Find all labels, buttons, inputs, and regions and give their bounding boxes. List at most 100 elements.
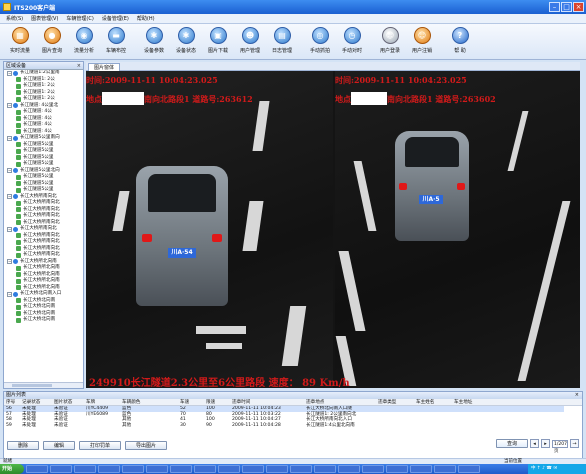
taskbar-item[interactable] — [170, 465, 192, 473]
help-button[interactable]: ? 帮 助 — [444, 24, 476, 60]
column-header[interactable]: 图片状态 — [54, 399, 86, 405]
minimize-button[interactable]: – — [549, 2, 560, 12]
tree-horizontal-scrollbar[interactable] — [4, 382, 83, 388]
prev-page-button[interactable]: ◂ — [530, 439, 539, 448]
taskbar-item[interactable] — [122, 465, 144, 473]
taskbar-item[interactable] — [290, 465, 312, 473]
image-search-button[interactable]: ● 图片查询 — [36, 24, 68, 60]
camera-icon — [16, 142, 21, 148]
user-login-button[interactable]: ☺ 用户登录 — [374, 24, 406, 60]
query-button[interactable]: 查询 — [495, 439, 528, 448]
table-cell — [416, 423, 454, 429]
column-header[interactable]: 违章时间 — [232, 399, 306, 405]
column-header[interactable]: 车主地址 — [454, 399, 494, 405]
log-management-button[interactable]: ▤ 日志管理 — [266, 24, 298, 60]
print-ticket-button[interactable]: 打印罚单 — [79, 440, 122, 450]
taskbar-item[interactable] — [98, 465, 120, 473]
go-page-button[interactable]: → — [570, 439, 579, 448]
taskbar-item[interactable] — [266, 465, 288, 473]
menu-devices[interactable]: 设备管理(E) — [102, 15, 129, 22]
column-header[interactable]: 违章地点 — [306, 399, 378, 405]
column-header[interactable]: 记录状态 — [22, 399, 54, 405]
menu-charts[interactable]: 图表管理(V) — [31, 15, 58, 22]
taskbar-item[interactable] — [434, 465, 456, 473]
collapse-icon[interactable]: − — [7, 259, 12, 265]
flow-analysis-button[interactable]: ◉ 流量分析 — [68, 24, 100, 60]
taskbar: 开始 中 ↑ ♪ ☎ ✉ — [0, 464, 586, 474]
edit-button[interactable]: 编辑 — [43, 440, 76, 450]
device-status-button[interactable]: ✱ 设备状态 — [170, 24, 202, 60]
tree-device-label: 长江大桥北向南 — [23, 317, 56, 322]
column-header[interactable]: 序号 — [4, 399, 22, 405]
manual-capture-button[interactable]: ◎ 手动抓拍 — [304, 24, 336, 60]
collapse-icon[interactable]: − — [7, 291, 12, 297]
table-cell — [86, 423, 122, 429]
next-page-button[interactable]: ▸ — [541, 439, 550, 448]
menu-system[interactable]: 系统(S) — [6, 15, 23, 22]
region-icon — [13, 259, 18, 265]
region-icon — [13, 291, 18, 297]
title-bar[interactable]: ITS200客户端 – □ × — [0, 0, 586, 14]
panel-close-icon[interactable]: × — [575, 392, 579, 399]
lane-marking — [353, 161, 377, 231]
vehicle-rear-window — [148, 174, 216, 212]
taskbar-item[interactable] — [218, 465, 240, 473]
collapse-icon[interactable]: − — [7, 103, 12, 109]
device-params-button[interactable]: ✱ 设备参数 — [138, 24, 170, 60]
taskbar-item[interactable] — [386, 465, 408, 473]
page-input[interactable]: 1/207页 — [552, 439, 568, 454]
column-header[interactable]: 车牌 — [86, 399, 122, 405]
column-header[interactable]: 车辆颜色 — [122, 399, 180, 405]
lane-marking — [338, 251, 366, 331]
table-cell: 59 — [6, 422, 12, 428]
menu-vehicles[interactable]: 车辆管理(C) — [66, 15, 93, 22]
collapse-icon[interactable]: − — [7, 168, 12, 174]
start-button[interactable]: 开始 — [0, 464, 24, 474]
maximize-button[interactable]: □ — [561, 2, 572, 12]
taskbar-item[interactable] — [26, 465, 48, 473]
panel-close-icon[interactable]: × — [77, 62, 81, 70]
taskbar-item[interactable] — [50, 465, 72, 473]
table-cell — [378, 423, 416, 429]
taskbar-item[interactable] — [74, 465, 96, 473]
collapse-icon[interactable]: − — [7, 70, 12, 76]
image-download-button[interactable]: ▣ 图片下载 — [202, 24, 234, 60]
collapse-icon[interactable]: − — [7, 135, 12, 141]
user-logout-button[interactable]: ☺ 用户注销 — [406, 24, 438, 60]
scrollbar-thumb[interactable] — [12, 384, 52, 387]
column-header[interactable]: 违章类型 — [378, 399, 416, 405]
collapse-icon[interactable]: − — [7, 194, 12, 200]
taskbar-item[interactable] — [458, 465, 480, 473]
app-window: ITS200客户端 – □ × 系统(S) 图表管理(V) 车辆管理(C) 设备… — [0, 0, 586, 474]
table-row[interactable]: 59 未处理 未验证 其他 30 90 2009-11-11 10:04:28 长江隧道1:4… — [4, 423, 564, 429]
camera-icon — [16, 304, 21, 310]
tree-device[interactable]: 长江大桥北向南 — [4, 317, 83, 324]
tab-image-window[interactable]: 图片窗体 — [88, 63, 121, 71]
realtime-flow-button[interactable]: ▦ 实时流量 — [4, 24, 36, 60]
image-list-header: 图片列表 × — [4, 392, 582, 399]
taskbar-item[interactable] — [314, 465, 336, 473]
delete-button[interactable]: 删除 — [7, 440, 40, 450]
table-cell: 长江隧道1:4公里北向南 — [306, 422, 355, 428]
speed-caption: 249910长江隧道2.3公里至6公里路段 速度： 89 Km/h — [89, 378, 350, 389]
main-toolbar: ▦ 实时流量 ● 图片查询 ◉ 流量分析 ▬ 车辆布控 ✱ 设备参数 ✱ 设备状态 ▣ 图片下… — [0, 24, 586, 60]
flow-analysis-icon: ◉ — [75, 27, 93, 44]
camera-icon — [16, 181, 21, 187]
export-images-button[interactable]: 导出图片 — [125, 440, 168, 450]
taskbar-item[interactable] — [362, 465, 384, 473]
user-management-button[interactable]: ☻ 用户管理 — [234, 24, 266, 60]
collapse-icon[interactable]: − — [7, 226, 12, 232]
column-header[interactable]: 车主姓名 — [416, 399, 454, 405]
vehicle-control-button[interactable]: ▬ 车辆布控 — [100, 24, 132, 60]
menu-help[interactable]: 帮助(H) — [137, 15, 155, 22]
taskbar-item[interactable] — [146, 465, 168, 473]
close-button[interactable]: × — [573, 2, 584, 12]
taskbar-item[interactable] — [194, 465, 216, 473]
column-header[interactable]: 限速 — [206, 399, 232, 405]
column-header[interactable]: 车速 — [180, 399, 206, 405]
image-search-icon: ● — [43, 27, 61, 44]
taskbar-item[interactable] — [242, 465, 264, 473]
taskbar-item[interactable] — [338, 465, 360, 473]
manual-time-sync-button[interactable]: ◷ 手动对时 — [336, 24, 368, 60]
taskbar-item[interactable] — [410, 465, 432, 473]
